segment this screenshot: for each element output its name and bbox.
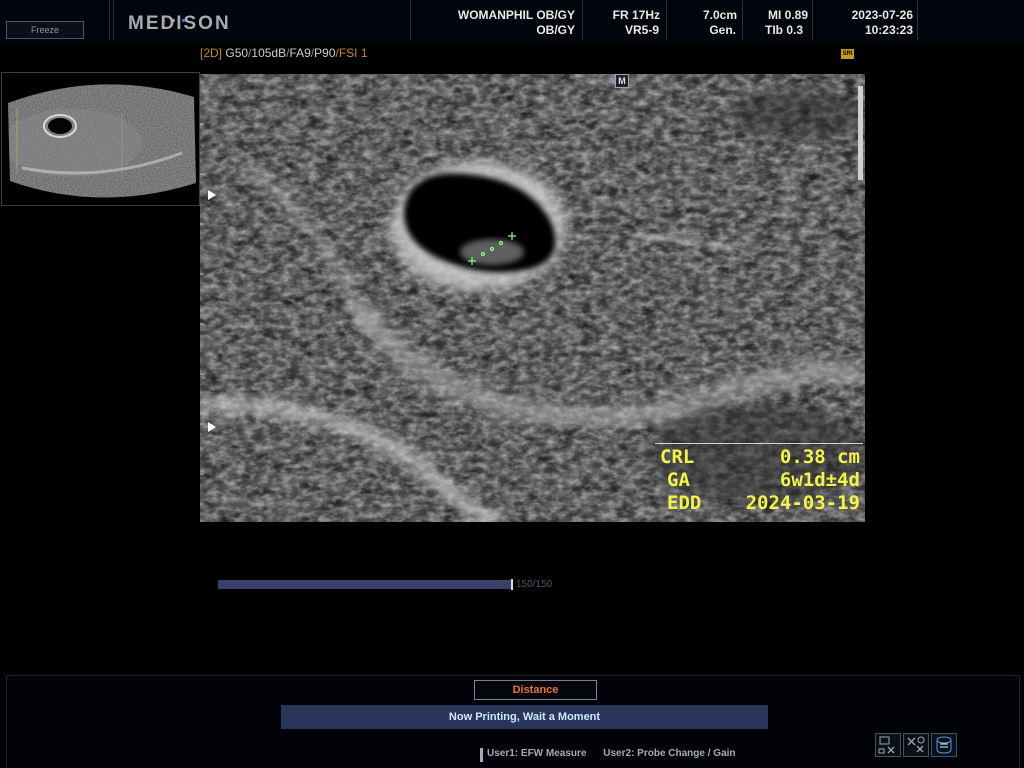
header-divider	[582, 0, 583, 40]
header-divider	[410, 0, 411, 40]
ga-row: GA 6w1d±4d	[655, 469, 860, 492]
header-divider	[917, 0, 918, 40]
distance-button[interactable]: Distance	[474, 680, 597, 700]
params-mode: [2D]	[200, 46, 223, 60]
thumbnail-image	[8, 84, 196, 198]
cine-cursor[interactable]	[511, 579, 513, 590]
cine-frame-counter: 150/150	[516, 579, 553, 590]
focus-marker-icon[interactable]	[208, 422, 216, 432]
params-fsi: FSI 1	[338, 46, 368, 60]
user1-hint: User1: EFW Measure	[487, 748, 587, 759]
exam-time: 10:23:23	[864, 23, 913, 37]
clear-all-icon[interactable]	[903, 733, 929, 757]
print-icon[interactable]	[931, 733, 957, 757]
clear-measure-icon[interactable]	[875, 733, 901, 757]
user-key-hints: User1: EFW Measure User2: Probe Change /…	[487, 748, 750, 759]
crl-value: 0.38 cm	[779, 446, 860, 468]
params-dynamic-range: 105dB	[251, 46, 287, 60]
institution-name: WOMANPHIL OB/GY	[457, 8, 575, 22]
depth-value: 7.0cm	[702, 8, 737, 22]
sri-badge: SRI	[841, 49, 854, 59]
params-gain: G50	[225, 46, 249, 60]
cine-progress-bar[interactable]	[218, 580, 513, 589]
status-message: Now Printing, Wait a Moment	[281, 705, 768, 729]
orientation-marker: M	[615, 74, 629, 88]
frame-rate: FR 17Hz	[612, 8, 660, 22]
brand-logo: MEDISON	[128, 13, 231, 34]
header-divider	[113, 0, 114, 40]
edd-label: EDD	[667, 492, 702, 514]
params-fa: FA9	[289, 46, 311, 60]
crl-row: CRL 0.38 cm	[655, 446, 860, 469]
exam-date: 2023-07-26	[851, 8, 913, 22]
tib-value: TIb 0.3	[765, 23, 804, 37]
header-divider	[666, 0, 667, 40]
params-power: P90	[314, 46, 336, 60]
ga-value: 6w1d±4d	[779, 469, 860, 491]
user2-hint: User2: Probe Change / Gain	[603, 748, 736, 759]
imaging-mode: Gen.	[709, 23, 736, 37]
header-bar: Freeze MEDISON WOMANPHIL OB/GY OB/GY FR …	[0, 0, 1024, 44]
cine-progress-fill	[218, 580, 513, 589]
reference-thumbnail	[1, 72, 200, 206]
userkey-indicator	[480, 748, 483, 762]
measurement-results: CRL 0.38 cm GA 6w1d±4d EDD 2024-03-19	[655, 443, 863, 521]
edd-row: EDD 2024-03-19	[655, 492, 860, 515]
header-divider	[742, 0, 743, 40]
crl-label: CRL	[660, 446, 695, 468]
department-name: OB/GY	[536, 23, 575, 37]
imaging-params: [2D] G50/105dB/FA9/P90/FSI 1	[200, 46, 368, 60]
probe-preset: VR5-9	[624, 23, 659, 37]
header-divider	[109, 0, 110, 40]
edd-value: 2024-03-19	[745, 492, 860, 514]
freeze-button[interactable]: Freeze	[6, 21, 84, 39]
depth-scrollbar[interactable]	[858, 86, 863, 180]
ga-label: GA	[667, 469, 690, 491]
focus-marker-icon[interactable]	[208, 190, 216, 200]
